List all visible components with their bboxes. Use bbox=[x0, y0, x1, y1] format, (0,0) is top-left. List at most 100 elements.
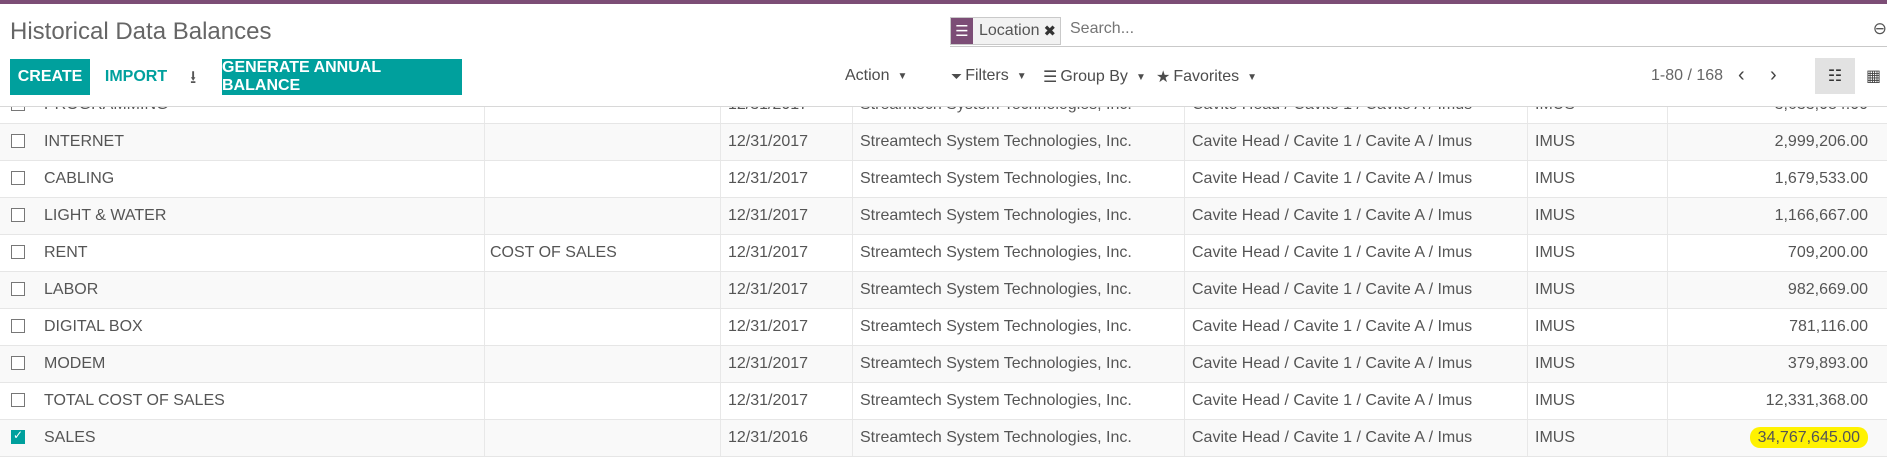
filters-label: Filters bbox=[965, 67, 1009, 84]
column-divider bbox=[720, 198, 721, 234]
row-checkbox[interactable] bbox=[11, 319, 25, 333]
create-button[interactable]: CREATE bbox=[10, 59, 90, 95]
cell-location: Cavite Head / Cavite 1 / Cavite A / Imus bbox=[1192, 207, 1473, 224]
row-checkbox[interactable] bbox=[11, 107, 25, 111]
cell-name: SALES bbox=[44, 429, 96, 446]
chevron-right-icon[interactable]: › bbox=[1770, 64, 1777, 87]
facet-remove-icon[interactable]: ✖ bbox=[1044, 22, 1061, 40]
row-checkbox[interactable] bbox=[11, 428, 25, 444]
cell-date: 12/31/2017 bbox=[728, 318, 809, 335]
column-divider bbox=[1667, 107, 1668, 123]
column-divider bbox=[1527, 272, 1528, 308]
column-divider bbox=[1527, 383, 1528, 419]
cell-date: 12/31/2017 bbox=[728, 133, 809, 150]
column-divider bbox=[720, 309, 721, 345]
column-divider bbox=[484, 309, 485, 345]
cell-amount: 982,669.00 bbox=[1787, 281, 1868, 298]
row-checkbox[interactable] bbox=[11, 245, 25, 259]
column-divider bbox=[720, 124, 721, 160]
column-divider bbox=[852, 420, 853, 456]
cell-branch: IMUS bbox=[1535, 392, 1575, 409]
column-divider bbox=[720, 107, 721, 123]
row-checkbox[interactable] bbox=[11, 208, 25, 222]
column-divider bbox=[1527, 124, 1528, 160]
column-divider bbox=[1527, 198, 1528, 234]
column-divider bbox=[852, 309, 853, 345]
group-facet-icon: ☰ bbox=[951, 18, 973, 44]
cell-branch: IMUS bbox=[1535, 355, 1575, 372]
search-bar[interactable]: ☰ Location ✖ ⊖ bbox=[950, 15, 1887, 47]
column-divider bbox=[720, 346, 721, 382]
filters-dropdown[interactable]: ⏷ Filters ▼ bbox=[951, 67, 1027, 85]
table-row[interactable]: SALES 12/31/2016 Streamtech System Technol… bbox=[0, 420, 1887, 457]
row-checkbox[interactable] bbox=[11, 393, 25, 407]
table-row[interactable]: CABLING 12/31/2017 Streamtech System Techn… bbox=[0, 161, 1887, 198]
table-row[interactable]: LABOR 12/31/2017 Streamtech System Technol… bbox=[0, 272, 1887, 309]
column-divider bbox=[720, 272, 721, 308]
caret-down-icon: ▼ bbox=[1135, 71, 1146, 83]
table-row[interactable]: TOTAL COST OF SALES 12/31/2017 Streamtech … bbox=[0, 383, 1887, 420]
cell-branch: IMUS bbox=[1535, 207, 1575, 224]
column-divider bbox=[720, 420, 721, 456]
cell-company: Streamtech System Technologies, Inc. bbox=[860, 355, 1132, 372]
search-options-toggle-icon[interactable]: ⊖ bbox=[1873, 19, 1887, 39]
search-input[interactable] bbox=[1068, 19, 1812, 39]
cell-name: INTERNET bbox=[44, 133, 124, 150]
row-checkbox[interactable] bbox=[11, 134, 25, 148]
generate-annual-balance-button[interactable]: GENERATE ANNUAL BALANCE bbox=[222, 59, 462, 95]
cell-date: 12/31/2017 bbox=[728, 170, 809, 187]
action-dropdown[interactable]: Action ▼ bbox=[845, 67, 907, 85]
cell-date: 12/31/2017 bbox=[728, 107, 808, 123]
list-view-icon: ☷ bbox=[1827, 68, 1843, 85]
column-divider bbox=[852, 161, 853, 197]
column-divider bbox=[484, 107, 485, 123]
cell-location: Cavite Head / Cavite 1 / Cavite A / Imus bbox=[1192, 133, 1473, 150]
cell-amount: 781,116.00 bbox=[1789, 318, 1868, 335]
cell-amount: 379,893.00 bbox=[1787, 355, 1868, 372]
column-divider bbox=[1184, 161, 1185, 197]
row-checkbox[interactable] bbox=[11, 356, 25, 370]
search-facet-location[interactable]: ☰ Location ✖ bbox=[950, 17, 1062, 45]
cell-name: TOTAL COST OF SALES bbox=[44, 392, 225, 409]
import-button[interactable]: IMPORT bbox=[96, 59, 176, 95]
cell-branch: IMUS bbox=[1535, 281, 1575, 298]
favorites-label: Favorites bbox=[1173, 68, 1240, 85]
table-row[interactable]: LIGHT & WATER 12/31/2017 Streamtech System… bbox=[0, 198, 1887, 235]
cell-branch: IMUS bbox=[1535, 429, 1575, 446]
cell-amount: 1,679,533.00 bbox=[1774, 170, 1868, 187]
column-divider bbox=[1667, 383, 1668, 419]
table-row[interactable]: INTERNET 12/31/2017 Streamtech System Tech… bbox=[0, 124, 1887, 161]
group-by-dropdown[interactable]: ☰ Group By ▼ bbox=[1043, 67, 1146, 87]
column-divider bbox=[852, 346, 853, 382]
column-divider bbox=[1527, 235, 1528, 271]
cell-location: Cavite Head / Cavite 1 / Cavite A / Imus bbox=[1192, 107, 1472, 123]
cell-amount: 34,767,645.00 bbox=[1749, 420, 1868, 456]
column-divider bbox=[720, 161, 721, 197]
cell-company: Streamtech System Technologies, Inc. bbox=[860, 244, 1132, 261]
row-checkbox[interactable] bbox=[11, 171, 25, 185]
column-divider bbox=[1667, 272, 1668, 308]
table-row[interactable]: RENT COST OF SALES 12/31/2017 Streamtech Sy… bbox=[0, 235, 1887, 272]
cell-name: LABOR bbox=[44, 281, 99, 298]
column-divider bbox=[852, 235, 853, 271]
bars-icon: ☰ bbox=[1043, 69, 1058, 86]
cell-name: RENT bbox=[44, 244, 88, 261]
pager-value[interactable]: 1-80 / 168 bbox=[1651, 67, 1723, 85]
cell-name: LIGHT & WATER bbox=[44, 207, 167, 224]
download-icon[interactable]: ⭳ bbox=[190, 65, 196, 95]
column-divider bbox=[1184, 272, 1185, 308]
table-row[interactable]: DIGITAL BOX 12/31/2017 Streamtech System T… bbox=[0, 309, 1887, 346]
table-row[interactable]: PROGRAMMING 12/31/2017 Streamtech System T… bbox=[0, 107, 1887, 124]
cell-company: Streamtech System Technologies, Inc. bbox=[860, 392, 1132, 409]
column-divider bbox=[852, 198, 853, 234]
column-divider bbox=[484, 346, 485, 382]
chevron-left-icon[interactable]: ‹ bbox=[1738, 64, 1745, 87]
cell-name: MODEM bbox=[44, 355, 106, 372]
row-checkbox[interactable] bbox=[11, 282, 25, 296]
favorites-dropdown[interactable]: ★ Favorites ▼ bbox=[1156, 67, 1257, 87]
list-view-button[interactable]: ☷ bbox=[1815, 58, 1855, 94]
table-row[interactable]: MODEM 12/31/2017 Streamtech System Technol… bbox=[0, 346, 1887, 383]
column-divider bbox=[1667, 346, 1668, 382]
table-body: PROGRAMMING 12/31/2017 Streamtech System T… bbox=[0, 107, 1887, 457]
table-view-button[interactable]: ▦ bbox=[1860, 58, 1887, 94]
